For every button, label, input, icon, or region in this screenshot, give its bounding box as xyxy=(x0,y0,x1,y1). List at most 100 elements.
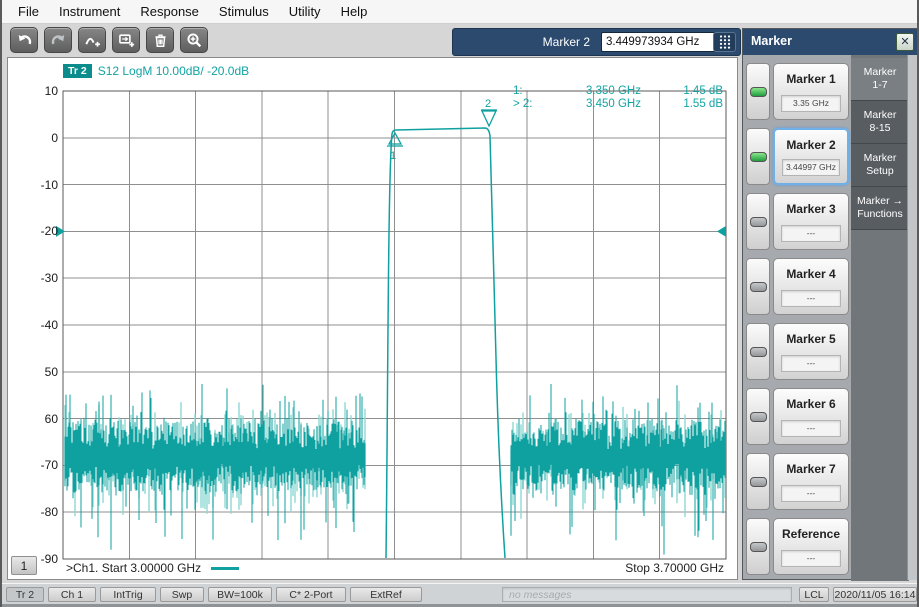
marker-row-5: Marker 5 --- xyxy=(743,323,851,380)
marker-toggle-marker-5[interactable] xyxy=(746,323,770,380)
y-axis-tick: -30 xyxy=(16,271,58,285)
svg-text:2: 2 xyxy=(485,98,491,110)
start-frequency-label: >Ch1. Start 3.00000 GHz xyxy=(66,561,201,575)
trace-settings-text: S12 LogM 10.00dB/ -20.0dB xyxy=(98,64,249,78)
delete-button[interactable] xyxy=(146,27,174,53)
marker-button-marker-3[interactable]: Marker 3 --- xyxy=(773,193,849,250)
plot-panel: Tr 2 S12 LogM 10.00dB/ -20.0dB 12 100-10… xyxy=(7,57,738,580)
marker-row-4: Marker 4--- xyxy=(743,258,851,315)
tab-marker-setup[interactable]: Marker Setup xyxy=(851,144,909,187)
channel-button[interactable]: 1 xyxy=(11,556,37,575)
marker-row-1: Marker 1 3.35 GHz xyxy=(743,63,851,120)
marker-button-value: --- xyxy=(781,355,841,372)
application-window: FileInstrumentResponseStimulusUtilityHel… xyxy=(0,0,919,607)
marker-button-value: --- xyxy=(781,550,841,567)
menu-response[interactable]: Response xyxy=(130,2,209,21)
status-segment-bw-100k[interactable]: BW=100k xyxy=(208,587,272,602)
led-indicator-on xyxy=(750,152,767,162)
marker-button-value: 3.35 GHz xyxy=(781,95,841,112)
marker2-value: 1.55 dB xyxy=(641,98,723,111)
marker-toggle-marker-2[interactable] xyxy=(746,128,770,185)
marker-button-label: Marker 4 xyxy=(774,267,848,281)
status-segment-inttrig[interactable]: IntTrig xyxy=(100,587,156,602)
marker-button-label: Marker 3 xyxy=(774,202,848,216)
marker-button-value: --- xyxy=(781,420,841,437)
status-segment-extref[interactable]: ExtRef xyxy=(350,587,422,602)
marker-button-marker-2[interactable]: Marker 2 3.44997 GHz xyxy=(773,128,849,185)
new-window-icon xyxy=(118,32,135,49)
close-button[interactable]: ✕ xyxy=(896,33,914,51)
menu-help[interactable]: Help xyxy=(331,2,378,21)
trace-badge: Tr 2 xyxy=(63,64,92,78)
new-window-button[interactable] xyxy=(112,27,140,53)
marker-toggle-marker-6[interactable] xyxy=(746,388,770,445)
tab-marker-1-7[interactable]: Marker 1-7 xyxy=(851,58,909,101)
marker-button-value: 3.44997 GHz xyxy=(782,159,840,176)
status-segment-swp[interactable]: Swp xyxy=(160,587,204,602)
stop-frequency-label: Stop 3.70000 GHz xyxy=(625,561,724,575)
sweep-start-row: >Ch1. Start 3.00000 GHz xyxy=(66,559,239,577)
close-icon: ✕ xyxy=(900,36,909,48)
marker-toggle-marker-7[interactable] xyxy=(746,453,770,510)
toolbar-icons xyxy=(10,27,208,53)
delete-icon xyxy=(152,32,169,49)
undo-icon xyxy=(16,32,33,49)
marker-row-6: Marker 6 --- xyxy=(743,388,851,445)
led-indicator-off xyxy=(750,217,767,227)
marker-button-marker-4[interactable]: Marker 4--- xyxy=(773,258,849,315)
led-indicator-off xyxy=(750,477,767,487)
status-message: no messages xyxy=(502,587,792,602)
marker-readout-row-2: > 2: 3.450 GHz 1.55 dB xyxy=(513,98,723,111)
y-axis-tick: 10 xyxy=(16,84,58,98)
trace-legend-dash xyxy=(211,567,239,570)
status-segment-ch-1[interactable]: Ch 1 xyxy=(48,587,96,602)
marker-button-marker-7[interactable]: Marker 7 --- xyxy=(773,453,849,510)
menu-instrument[interactable]: Instrument xyxy=(49,2,130,21)
tab-marker-functions[interactable]: Marker → Functions xyxy=(851,187,909,230)
menu-file[interactable]: File xyxy=(8,2,49,21)
menu-stimulus[interactable]: Stimulus xyxy=(209,2,279,21)
add-marker-button[interactable] xyxy=(78,27,106,53)
marker-button-label: Marker 2 xyxy=(775,138,847,152)
marker-entry-label: Marker 2 xyxy=(543,35,590,49)
keypad-icon xyxy=(718,34,732,50)
zoom-button[interactable] xyxy=(180,27,208,53)
marker-button-marker-6[interactable]: Marker 6 --- xyxy=(773,388,849,445)
marker-button-value: --- xyxy=(781,485,841,502)
marker1-index: 1: xyxy=(513,85,545,98)
y-axis-tick: -10 xyxy=(16,178,58,192)
marker-button-reference[interactable]: Reference--- xyxy=(773,518,849,575)
led-indicator-on xyxy=(750,87,767,97)
keypad-button[interactable] xyxy=(713,32,736,52)
trace-plot: 12 xyxy=(8,58,739,581)
undo-button[interactable] xyxy=(10,27,38,53)
y-axis-tick: 60 xyxy=(16,412,58,426)
marker-button-value: --- xyxy=(781,225,841,242)
marker-entry-bar: Marker 2 xyxy=(452,28,741,56)
sidebar-title: Marker xyxy=(751,34,792,48)
redo-button[interactable] xyxy=(44,27,72,53)
marker-toggle-marker-1[interactable] xyxy=(746,63,770,120)
status-segment-c-2-port[interactable]: C* 2-Port xyxy=(276,587,346,602)
status-mode: LCL xyxy=(799,587,829,602)
marker-button-marker-1[interactable]: Marker 1 3.35 GHz xyxy=(773,63,849,120)
tab-marker-8-15[interactable]: Marker 8-15 xyxy=(851,101,909,144)
status-segment-tr-2[interactable]: Tr 2 xyxy=(6,587,44,602)
menu-utility[interactable]: Utility xyxy=(279,2,331,21)
trace-label: Tr 2 S12 LogM 10.00dB/ -20.0dB xyxy=(63,63,249,79)
marker-sidebar: Marker ✕ Marker 1 3.35 GHz Marker 2 3.44997… xyxy=(742,28,919,580)
marker-button-label: Marker 7 xyxy=(774,462,848,476)
sidebar-scrollbar[interactable] xyxy=(907,55,919,580)
marker-button-label: Marker 5 xyxy=(774,332,848,346)
marker-frequency-input[interactable] xyxy=(601,32,719,52)
marker-toggle-marker-4[interactable] xyxy=(746,258,770,315)
marker-button-label: Marker 1 xyxy=(774,72,848,86)
marker1-frequency: 3.350 GHz xyxy=(545,85,641,98)
status-bar: Tr 2 Ch 1 IntTrig Swp BW=100k C* 2-Port ExtRef… xyxy=(2,583,917,605)
marker-toggle-marker-3[interactable] xyxy=(746,193,770,250)
marker-button-marker-5[interactable]: Marker 5 --- xyxy=(773,323,849,380)
marker-row-2: Marker 2 3.44997 GHz xyxy=(743,128,851,185)
led-indicator-off xyxy=(750,282,767,292)
marker-toggle-reference[interactable] xyxy=(746,518,770,575)
marker-button-label: Marker 6 xyxy=(774,397,848,411)
